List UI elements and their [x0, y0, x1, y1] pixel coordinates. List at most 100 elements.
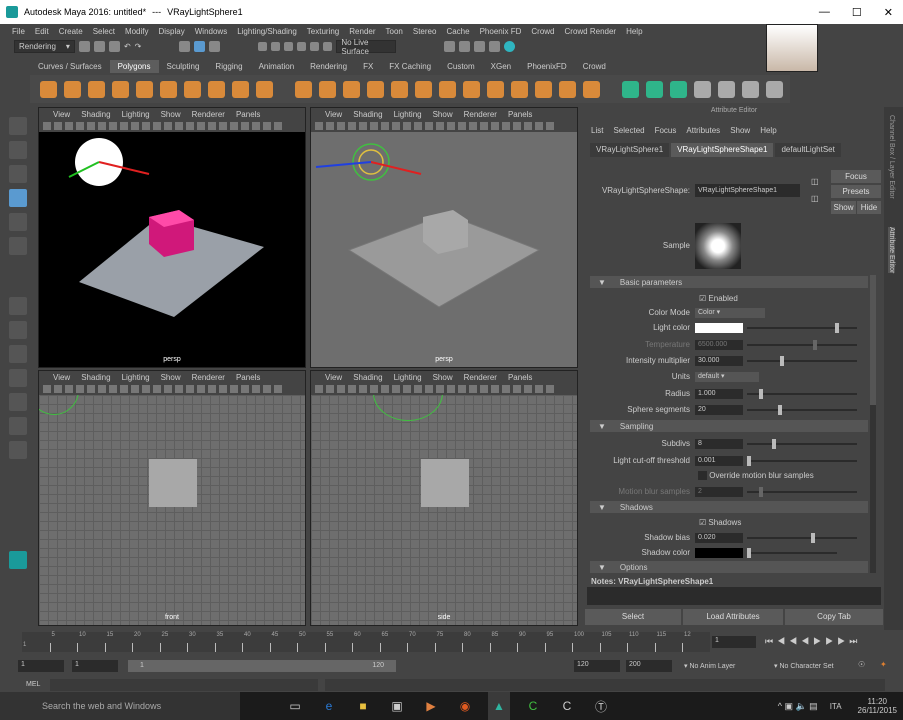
harden-icon[interactable] [718, 80, 735, 98]
select-component-icon[interactable] [209, 41, 221, 52]
plane-icon[interactable] [160, 80, 177, 98]
shadow-color-slider[interactable] [747, 547, 837, 558]
enabled-checkbox[interactable]: Enabled [708, 294, 737, 303]
open-scene-icon[interactable] [93, 41, 105, 52]
subdivs-slider[interactable] [747, 438, 857, 449]
radius-slider[interactable] [747, 388, 857, 399]
notes-field[interactable] [587, 587, 881, 605]
uv-layout-icon[interactable] [9, 441, 27, 459]
menu-file[interactable]: File [12, 27, 25, 36]
bridge-icon[interactable] [463, 80, 480, 98]
section-sampling[interactable]: ▼ Sampling [590, 420, 868, 432]
shelf-tab-fx-caching[interactable]: FX Caching [381, 60, 439, 73]
bevel-icon[interactable] [511, 80, 528, 98]
planar-map-icon[interactable] [646, 80, 663, 98]
shelf-tab-xgen[interactable]: XGen [483, 60, 519, 73]
shelf-tab-crowd[interactable]: Crowd [575, 60, 614, 73]
viewport-menu-show[interactable]: Show [433, 110, 453, 119]
radius-field[interactable]: 1.000 [695, 388, 743, 399]
pipe-icon[interactable] [256, 80, 273, 98]
lasso-tool-icon[interactable] [9, 141, 27, 159]
graph-layout-icon[interactable] [9, 393, 27, 411]
shape-name-field[interactable]: VRayLightSphereShape1 [695, 184, 800, 197]
select-object-icon[interactable] [194, 41, 206, 52]
motion-blur-field[interactable]: 2 [695, 486, 743, 497]
render-frame-icon[interactable] [459, 41, 471, 52]
close-button[interactable]: ✕ [884, 6, 893, 19]
select-tool-icon[interactable] [9, 117, 27, 135]
auto-key-icon[interactable]: ☉ [858, 660, 865, 669]
show-button[interactable]: Show [831, 201, 856, 214]
menu-texturing[interactable]: Texturing [307, 27, 339, 36]
cutoff-field[interactable]: 0.001 [695, 455, 743, 466]
viewport-menu-view[interactable]: View [325, 373, 342, 382]
snap-curve-icon[interactable] [271, 42, 281, 51]
mel-label[interactable]: MEL [26, 681, 40, 688]
viewport-menu-panels[interactable]: Panels [508, 110, 532, 119]
current-frame-field[interactable]: 1 [712, 636, 756, 648]
cylinder-icon[interactable] [88, 80, 105, 98]
task-view-icon[interactable]: ▭ [284, 692, 306, 720]
subdivs-field[interactable]: 8 [695, 438, 743, 449]
sphere-icon[interactable] [40, 80, 57, 98]
save-scene-icon[interactable] [108, 41, 120, 52]
fill-hole-icon[interactable] [535, 80, 552, 98]
extrude-icon[interactable] [487, 80, 504, 98]
light-color-swatch[interactable] [695, 322, 743, 333]
viewport-menu-shading[interactable]: Shading [353, 373, 382, 382]
cutoff-slider[interactable] [747, 455, 857, 466]
menuset-dropdown[interactable]: Rendering ▾ [14, 40, 75, 53]
clock[interactable]: 11:20 26/11/2015 [858, 697, 897, 715]
viewport-menu-renderer[interactable]: Renderer [464, 373, 497, 382]
command-input[interactable] [50, 679, 318, 691]
anim-layer-dropdown[interactable]: ▾ No Anim Layer [684, 662, 735, 670]
average-icon[interactable] [415, 80, 432, 98]
light-color-slider[interactable] [747, 322, 857, 333]
four-view-layout-icon[interactable] [9, 321, 27, 339]
minimize-button[interactable]: — [819, 6, 830, 19]
pyramid-icon[interactable] [232, 80, 249, 98]
center-pivot-icon[interactable] [742, 80, 759, 98]
menu-select[interactable]: Select [93, 27, 115, 36]
camtasia-icon[interactable]: C [522, 692, 544, 720]
soften-icon[interactable] [694, 80, 711, 98]
menu-windows[interactable]: Windows [195, 27, 227, 36]
temperature-field[interactable]: 6500.000 [695, 339, 743, 350]
snap-point-icon[interactable] [284, 42, 294, 51]
load-attributes-button[interactable]: Load Attributes [683, 609, 783, 625]
viewport-menu-lighting[interactable]: Lighting [394, 373, 422, 382]
menu-phoenix-fd[interactable]: Phoenix FD [480, 27, 522, 36]
shadows-checkbox[interactable]: Shadows [708, 518, 741, 527]
menu-toon[interactable]: Toon [386, 27, 403, 36]
section-basic-parameters[interactable]: ▼ Basic parameters [590, 276, 868, 288]
freeze-icon[interactable] [766, 80, 783, 98]
ae-menu-focus[interactable]: Focus [655, 126, 677, 135]
store-icon[interactable]: ▣ [386, 692, 408, 720]
shelf-tab-phoenixfd[interactable]: PhoenixFD [519, 60, 575, 73]
menu-stereo[interactable]: Stereo [413, 27, 437, 36]
menu-help[interactable]: Help [626, 27, 642, 36]
viewport-menu-panels[interactable]: Panels [236, 110, 260, 119]
viewport-menu-shading[interactable]: Shading [81, 373, 110, 382]
select-button[interactable]: Select [585, 609, 681, 625]
focus-button[interactable]: Focus [831, 170, 881, 183]
hypershade-icon[interactable] [504, 41, 516, 52]
side-by-side-layout-icon[interactable] [9, 345, 27, 363]
camtasia-recorder-icon[interactable]: C [556, 692, 578, 720]
output-connection-icon[interactable]: ◫ [811, 194, 819, 203]
viewport-menu-lighting[interactable]: Lighting [394, 110, 422, 119]
preferences-icon[interactable]: ✦ [880, 660, 887, 669]
taskbar-search[interactable]: Search the web and Windows [0, 692, 240, 720]
snap-surface-icon[interactable] [310, 42, 320, 51]
media-player-icon[interactable]: ▶ [420, 692, 442, 720]
viewport-menu-show[interactable]: Show [161, 110, 181, 119]
cube-icon[interactable] [64, 80, 81, 98]
outliner-layout-icon[interactable] [9, 369, 27, 387]
segments-field[interactable]: 20 [695, 404, 743, 415]
disc-icon[interactable] [184, 80, 201, 98]
extract-icon[interactable] [343, 80, 360, 98]
shadow-bias-slider[interactable] [747, 532, 857, 543]
attribute-editor-tab[interactable]: Attribute Editor [888, 227, 895, 274]
ae-menu-selected[interactable]: Selected [613, 126, 644, 135]
viewport-menu-show[interactable]: Show [161, 373, 181, 382]
